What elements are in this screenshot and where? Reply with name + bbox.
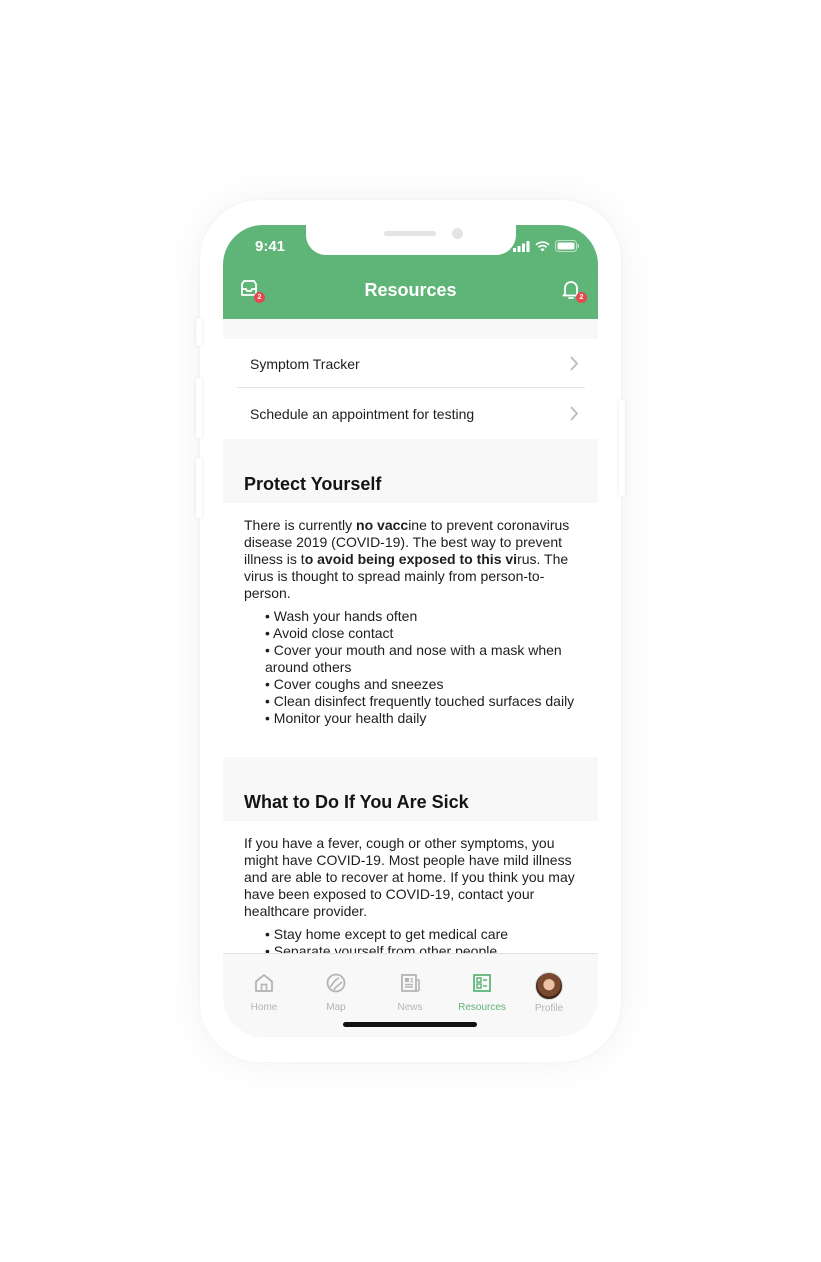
power-button <box>619 400 625 496</box>
bell-badge: 2 <box>576 292 587 303</box>
battery-icon <box>555 240 579 252</box>
mute-switch <box>196 318 202 346</box>
tab-home[interactable]: Home <box>229 972 299 1013</box>
tab-label: Resources <box>458 1002 506 1013</box>
content-scroll[interactable]: Symptom Tracker Schedule an appointment … <box>223 319 598 953</box>
speaker <box>384 231 436 236</box>
protect-paragraph: There is currently no vaccine to prevent… <box>244 517 570 601</box>
camera <box>452 228 463 239</box>
resources-icon <box>473 974 491 992</box>
chevron-right-icon <box>570 356 579 371</box>
link-label: Schedule an appointment for testing <box>250 405 475 422</box>
volume-down-button <box>196 458 202 518</box>
page-title: Resources <box>364 280 457 300</box>
app-header: 9:41 2 Resources 2 <box>223 225 598 319</box>
section-title: Protect Yourself <box>244 474 382 494</box>
list-item: • Cover your mouth and nose with a mask … <box>265 642 562 675</box>
map-icon <box>326 973 346 993</box>
tab-map[interactable]: Map <box>301 972 371 1013</box>
protect-section-body: There is currently no vaccine to prevent… <box>223 503 598 757</box>
list-item: • Clean disinfect frequently touched sur… <box>265 693 575 709</box>
row-divider <box>237 387 585 388</box>
tab-bar: Home Map News Resources Profile <box>223 953 598 1037</box>
section-title: What to Do If You Are Sick <box>244 792 469 812</box>
sick-section-header: What to Do If You Are Sick <box>223 757 598 821</box>
list-item: • Avoid close contact <box>265 625 394 641</box>
sick-section-body: If you have a fever, cough or other symp… <box>223 821 598 953</box>
status-time: 9:41 <box>255 238 286 255</box>
schedule-testing-link[interactable]: Schedule an appointment for testing <box>237 389 585 438</box>
tab-label: News <box>397 1002 423 1013</box>
volume-up-button <box>196 378 202 438</box>
protect-section-header: Protect Yourself <box>223 439 598 503</box>
avatar <box>535 972 563 1000</box>
phone-screen: 9:41 2 Resources 2 Symptom Tracker Sched… <box>223 225 598 1037</box>
chevron-right-icon <box>570 406 579 421</box>
home-icon <box>255 974 273 992</box>
symptom-tracker-link[interactable]: Symptom Tracker <box>237 339 585 388</box>
list-item: • Separate yourself from other people <box>265 943 498 953</box>
news-icon <box>401 974 420 992</box>
notifications-button[interactable]: 2 <box>559 277 587 303</box>
notch <box>306 225 516 255</box>
sick-bullet-list: • Stay home except to get medical care •… <box>265 926 587 953</box>
home-indicator <box>343 1022 477 1027</box>
tab-profile[interactable]: Profile <box>514 972 584 1014</box>
sick-paragraph: If you have a fever, cough or other symp… <box>244 835 575 919</box>
tab-resources[interactable]: Resources <box>447 972 517 1013</box>
tab-label: Home <box>250 1002 278 1013</box>
status-icons <box>513 240 580 252</box>
tab-news[interactable]: News <box>375 972 445 1013</box>
resource-links: Symptom Tracker Schedule an appointment … <box>223 339 598 439</box>
link-label: Symptom Tracker <box>250 355 360 372</box>
list-item: • Wash your hands often <box>265 608 418 624</box>
list-item: • Cover coughs and sneezes <box>265 676 444 692</box>
tab-label: Profile <box>534 1003 564 1014</box>
tab-label: Map <box>326 1002 346 1013</box>
wifi-icon <box>535 240 550 251</box>
signal-icon <box>513 240 530 252</box>
protect-bullet-list: • Wash your hands often • Avoid close co… <box>265 608 587 727</box>
list-item: • Stay home except to get medical care <box>265 926 509 942</box>
list-item: • Monitor your health daily <box>265 710 427 726</box>
